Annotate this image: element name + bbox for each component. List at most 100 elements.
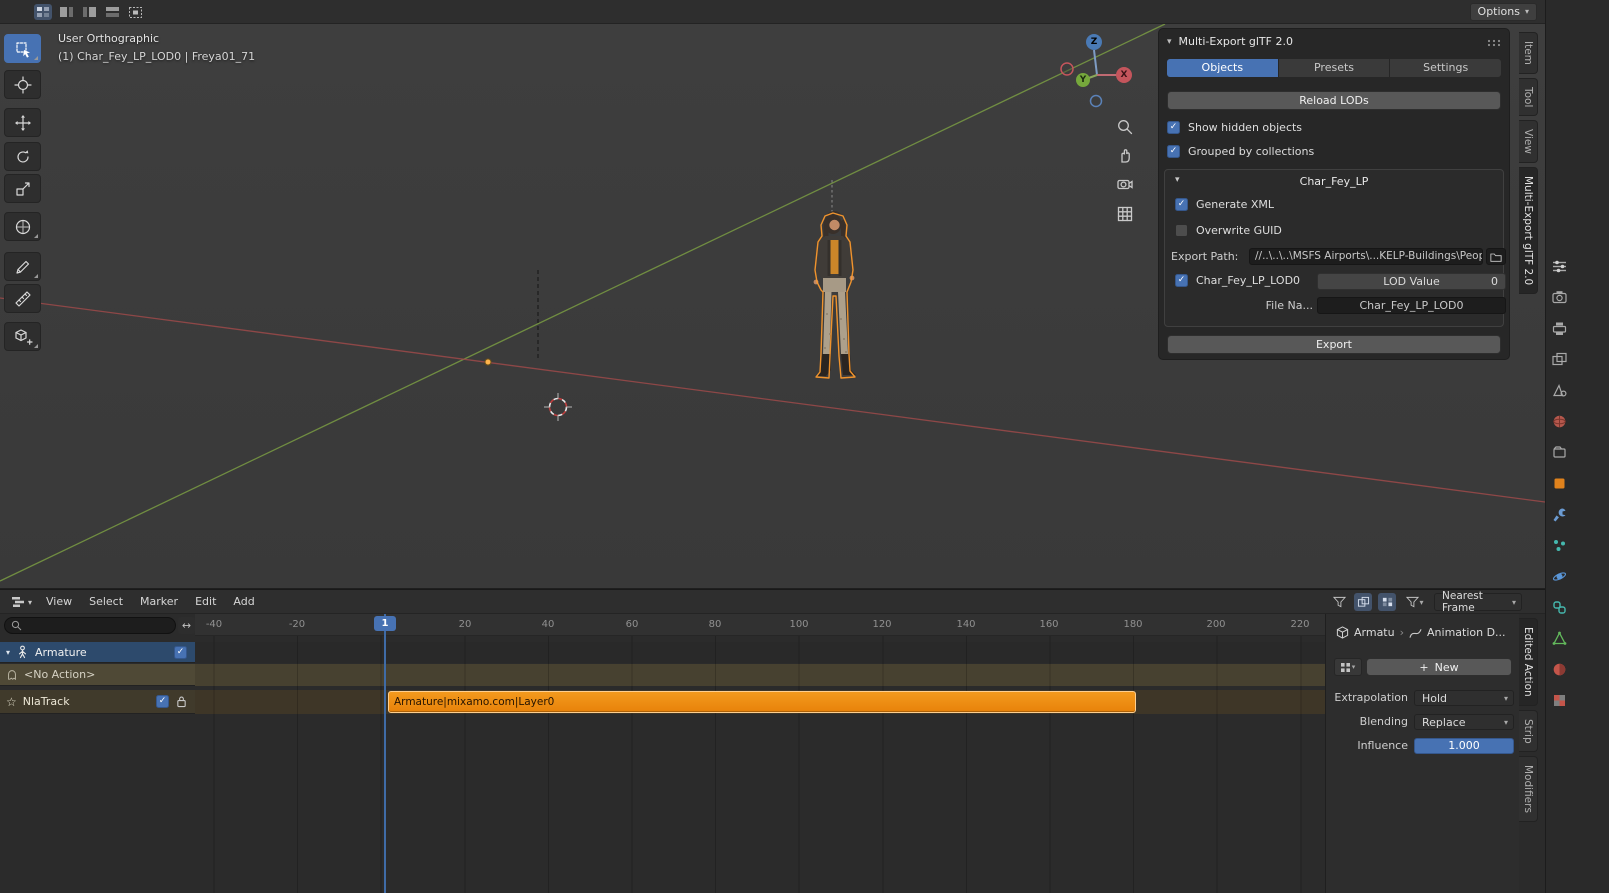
- workspace-icon-2[interactable]: [80, 4, 98, 20]
- export-path-field[interactable]: //..\..\..\MSFS Airports\...KELP-Buildin…: [1249, 248, 1483, 265]
- collapse-icon[interactable]: ▾: [1167, 37, 1172, 47]
- axis-negative-x-ball[interactable]: [1060, 62, 1074, 76]
- blending-dropdown[interactable]: Replace ▾: [1414, 714, 1514, 730]
- pan-button[interactable]: [1114, 144, 1136, 166]
- current-frame-badge[interactable]: 1: [374, 616, 396, 631]
- breadcrumb-object[interactable]: Armatu: [1354, 626, 1395, 639]
- 3d-cursor[interactable]: [544, 393, 572, 421]
- reload-lods-button[interactable]: Reload LODs: [1167, 91, 1501, 110]
- menu-marker[interactable]: Marker: [140, 590, 178, 614]
- viewlayer-tab-icon[interactable]: [1551, 351, 1567, 367]
- render-tab-icon[interactable]: [1551, 289, 1567, 305]
- rotate-tool-button[interactable]: [4, 142, 41, 171]
- tab-edited-action[interactable]: Edited Action: [1519, 618, 1538, 706]
- navigation-gizmo[interactable]: Z X Y: [1053, 31, 1141, 119]
- cursor-tool-button[interactable]: [4, 70, 41, 99]
- channel-nlatrack[interactable]: ☆ NlaTrack ✓: [0, 690, 195, 714]
- channel-search[interactable]: [4, 617, 176, 634]
- channel-no-action[interactable]: <No Action>: [0, 664, 195, 686]
- playhead[interactable]: [384, 614, 386, 893]
- character-freya[interactable]: [812, 180, 856, 379]
- axis-negative-z-ball[interactable]: [1089, 94, 1103, 108]
- lod-value-slider[interactable]: LOD Value 0: [1317, 273, 1506, 290]
- material-tab-icon[interactable]: [1551, 661, 1567, 677]
- snap-dropdown[interactable]: Nearest Frame ▾: [1434, 590, 1522, 614]
- tab-view[interactable]: View: [1519, 120, 1538, 164]
- channel-armature[interactable]: ▾ Armature ✓: [0, 642, 195, 663]
- object-tab-icon[interactable]: [1551, 475, 1567, 491]
- export-button[interactable]: Export: [1167, 335, 1501, 354]
- invert-filter-button[interactable]: ↔: [178, 617, 195, 634]
- tab-multi-export[interactable]: Multi-Export glTF 2.0: [1519, 167, 1538, 295]
- add-cube-tool-button[interactable]: [4, 322, 41, 351]
- menu-edit[interactable]: Edit: [195, 590, 216, 614]
- editor-type-icon[interactable]: [34, 4, 52, 20]
- sync-toggle-button[interactable]: [1378, 593, 1396, 611]
- modifiers-tab-icon[interactable]: [1551, 506, 1567, 522]
- workspace-icon-4[interactable]: [126, 4, 144, 20]
- grouped-checkbox[interactable]: ✓: [1167, 145, 1180, 158]
- tab-item[interactable]: Item: [1519, 32, 1538, 74]
- annotate-tool-button[interactable]: [4, 252, 41, 281]
- particles-tab-icon[interactable]: [1551, 537, 1567, 553]
- breadcrumb-action[interactable]: Animation D...: [1427, 626, 1506, 639]
- constraints-tab-icon[interactable]: [1551, 599, 1567, 615]
- axis-y-ball[interactable]: Y: [1076, 73, 1090, 87]
- physics-tab-icon[interactable]: [1551, 568, 1567, 584]
- lock-icon[interactable]: [176, 695, 187, 708]
- nla-strip[interactable]: Armature|mixamo.com|Layer0: [388, 691, 1136, 713]
- editor-type-button[interactable]: ▾: [6, 593, 38, 611]
- no-action-band[interactable]: [195, 664, 1325, 686]
- tab-tool[interactable]: Tool: [1519, 77, 1538, 117]
- workspace-icon-3[interactable]: [103, 4, 121, 20]
- browse-folder-button[interactable]: [1486, 248, 1506, 265]
- output-tab-icon[interactable]: [1551, 320, 1567, 336]
- tab-objects[interactable]: Objects: [1167, 59, 1278, 77]
- axis-z-ball[interactable]: Z: [1086, 34, 1102, 50]
- generate-xml-checkbox[interactable]: ✓: [1175, 198, 1188, 211]
- object-data-tab-icon[interactable]: [1551, 630, 1567, 646]
- influence-slider[interactable]: 1.000: [1414, 738, 1514, 754]
- move-tool-button[interactable]: [4, 108, 41, 137]
- timeline-ruler[interactable]: [195, 614, 1325, 636]
- armature-track-band[interactable]: [195, 642, 1325, 663]
- tab-modifiers[interactable]: Modifiers: [1519, 756, 1538, 823]
- menu-select[interactable]: Select: [89, 590, 123, 614]
- group-title[interactable]: Char_Fey_LP: [1165, 175, 1503, 188]
- collection-tab-icon[interactable]: [1551, 444, 1567, 460]
- menu-add[interactable]: Add: [233, 590, 254, 614]
- overlay-toggle-button[interactable]: [1354, 593, 1372, 611]
- tool-tab-icon[interactable]: [1551, 258, 1567, 274]
- expand-icon[interactable]: ▾: [6, 648, 10, 657]
- transform-tool-button[interactable]: [4, 212, 41, 241]
- filter-button[interactable]: [1330, 593, 1348, 611]
- axis-x-ball[interactable]: X: [1116, 67, 1132, 83]
- tab-strip[interactable]: Strip: [1519, 709, 1538, 753]
- tab-presets[interactable]: Presets: [1278, 59, 1390, 77]
- extrapolation-dropdown[interactable]: Hold ▾: [1414, 690, 1514, 706]
- select-box-tool-button[interactable]: [4, 34, 41, 63]
- drag-grip-icon[interactable]: [1487, 39, 1501, 47]
- tab-settings[interactable]: Settings: [1390, 59, 1502, 77]
- lod0-checkbox[interactable]: ✓: [1175, 274, 1188, 287]
- armature-enable-checkbox[interactable]: ✓: [174, 645, 187, 659]
- world-tab-icon[interactable]: [1551, 413, 1567, 429]
- workspace-icon-1[interactable]: [57, 4, 75, 20]
- nlatrack-enable-checkbox[interactable]: ✓: [156, 695, 169, 708]
- viewport-3d[interactable]: User Orthographic (1) Char_Fey_LP_LOD0 |…: [0, 24, 1545, 588]
- scale-tool-button[interactable]: [4, 174, 41, 203]
- measure-tool-button[interactable]: [4, 284, 41, 313]
- texture-tab-icon[interactable]: [1551, 692, 1567, 708]
- show-hidden-checkbox[interactable]: ✓: [1167, 121, 1180, 134]
- zoom-button[interactable]: [1114, 116, 1136, 138]
- menu-view[interactable]: View: [46, 590, 72, 614]
- file-name-field[interactable]: Char_Fey_LP_LOD0: [1317, 297, 1506, 314]
- channel-search-input[interactable]: [26, 619, 156, 632]
- action-browse-button[interactable]: ▾: [1334, 658, 1362, 676]
- options-button[interactable]: Options ▾: [1469, 3, 1537, 21]
- overwrite-guid-checkbox[interactable]: [1175, 224, 1188, 237]
- toggle-grid-button[interactable]: [1114, 203, 1136, 225]
- camera-view-button[interactable]: [1114, 173, 1136, 195]
- new-action-button[interactable]: + New: [1366, 658, 1512, 676]
- scene-tab-icon[interactable]: [1551, 382, 1567, 398]
